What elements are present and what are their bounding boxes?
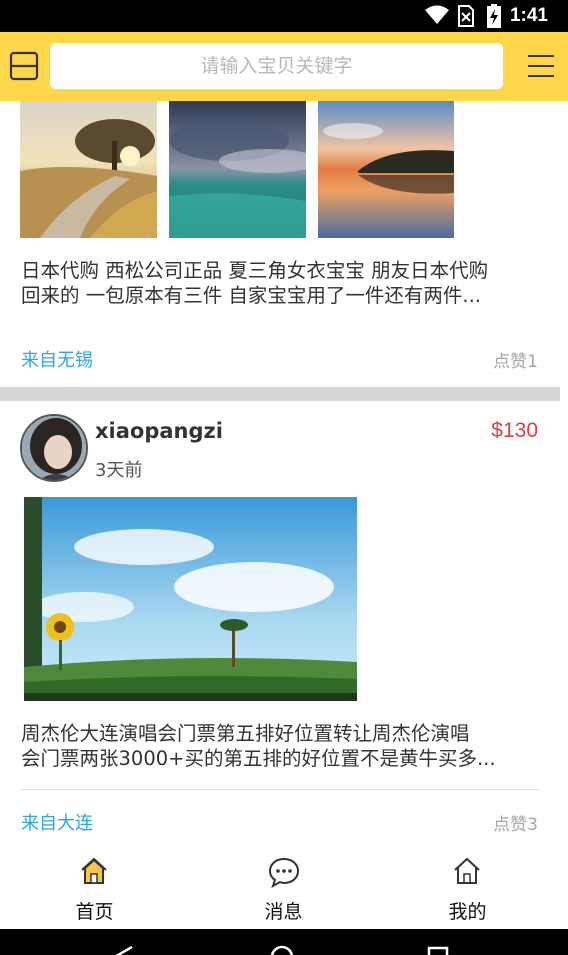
message-icon: [268, 857, 300, 889]
status-bar: 1:41: [0, 0, 568, 32]
menu-icon[interactable]: [526, 51, 556, 81]
post-description-line: 会门票两张3000+买的第五排的好位置不是黄牛买多...: [21, 747, 496, 770]
post-feed[interactable]: 日本代购 西松公司正品 夏三角女衣宝宝 朋友日本代购 回来的 一包原本有三件 自…: [0, 101, 568, 845]
scrollbar[interactable]: [560, 101, 568, 845]
tab-home[interactable]: 首页: [0, 845, 189, 929]
post-location[interactable]: 来自无锡: [21, 346, 93, 372]
recents-icon[interactable]: [426, 945, 450, 955]
battery-charging-icon: [487, 4, 501, 28]
post-card[interactable]: 日本代购 西松公司正品 夏三角女衣宝宝 朋友日本代购 回来的 一包原本有三件 自…: [0, 101, 560, 387]
no-sim-icon: [458, 5, 474, 27]
clock: 1:41: [509, 5, 548, 26]
post-image[interactable]: [318, 101, 454, 238]
post-description: 日本代购 西松公司正品 夏三角女衣宝宝 朋友日本代购 回来的 一包原本有三件 自…: [21, 258, 541, 308]
post-description-line: 日本代购 西松公司正品 夏三角女衣宝宝 朋友日本代购: [21, 259, 489, 282]
post-image[interactable]: [24, 497, 357, 701]
tab-profile[interactable]: 我的: [373, 845, 562, 929]
home-icon: [81, 857, 107, 884]
card-separator: [0, 387, 560, 401]
post-description-line: 回来的 一包原本有三件 自家宝宝用了一件还有两件...: [21, 284, 481, 307]
post-image[interactable]: [20, 101, 157, 238]
system-navigation-bar: [0, 929, 568, 955]
tab-profile-label: 我的: [448, 901, 487, 923]
price-tag: $130: [491, 419, 538, 442]
post-description: 周杰伦大连演唱会门票第五排好位置转让周杰伦演唱 会门票两张3000+买的第五排的…: [21, 721, 541, 771]
profile-home-icon: [454, 857, 480, 884]
avatar[interactable]: [20, 414, 88, 482]
like-count[interactable]: 点赞3: [493, 810, 538, 835]
username[interactable]: xiaopangzi: [95, 419, 223, 443]
home-button-icon[interactable]: [268, 943, 296, 955]
tab-home-label: 首页: [75, 901, 114, 923]
tab-messages-label: 消息: [264, 901, 303, 923]
scan-icon[interactable]: [8, 51, 40, 81]
post-location[interactable]: 来自大连: [21, 809, 93, 835]
top-bar: 请输入宝贝关键字: [0, 32, 568, 101]
post-image[interactable]: [169, 101, 306, 238]
wifi-icon: [425, 5, 449, 24]
search-input[interactable]: 请输入宝贝关键字: [50, 43, 503, 89]
divider: [21, 789, 539, 790]
post-time: 3天前: [95, 460, 143, 481]
post-description-line: 周杰伦大连演唱会门票第五排好位置转让周杰伦演唱: [21, 722, 470, 745]
like-count[interactable]: 点赞1: [493, 347, 538, 372]
tab-messages[interactable]: 消息: [189, 845, 378, 929]
back-icon[interactable]: [112, 943, 136, 955]
bottom-navigation: 首页 消息 我的: [0, 845, 568, 929]
post-card[interactable]: xiaopangzi 3天前 $130 周杰伦大连演唱会门票第五排好位置转让周杰…: [0, 401, 560, 845]
